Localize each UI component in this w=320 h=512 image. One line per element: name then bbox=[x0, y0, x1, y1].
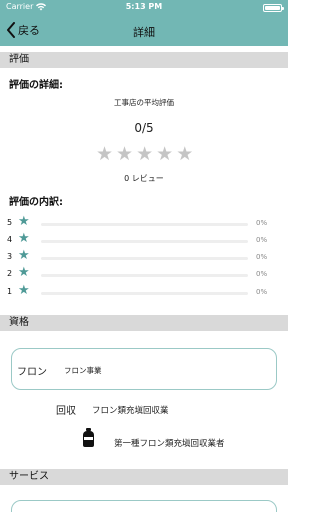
section-header-services: サービス bbox=[0, 469, 288, 485]
star-icon: ★ bbox=[18, 248, 30, 263]
breakdown-bar bbox=[41, 292, 248, 295]
breakdown-row: 3 ★ 0% bbox=[0, 248, 288, 265]
star-icon: ★ bbox=[176, 143, 194, 165]
gas-cylinder-icon bbox=[83, 428, 94, 448]
breakdown-percent: 0% bbox=[256, 236, 268, 244]
breakdown-row: 4 ★ 0% bbox=[0, 231, 288, 248]
qualification-item: 回収 フロン類充塡回収業 bbox=[56, 402, 169, 418]
breakdown-percent: 0% bbox=[256, 253, 268, 261]
breakdown-row: 1 ★ 0% bbox=[0, 283, 288, 300]
breakdown-stars: 1 bbox=[7, 287, 13, 296]
breakdown-bar bbox=[41, 257, 248, 260]
average-rating-label: 工事店の平均評価 bbox=[114, 98, 174, 107]
qualification-item: 第一種フロン類充塡回収業者 bbox=[114, 437, 225, 449]
qualification-tag: 回収 bbox=[56, 406, 76, 417]
breakdown-stars: 3 bbox=[7, 252, 13, 261]
breakdown-row: 5 ★ 0% bbox=[0, 214, 288, 231]
breakdown-bar bbox=[41, 274, 248, 277]
star-icon: ★ bbox=[18, 265, 30, 280]
star-icon: ★ bbox=[96, 143, 114, 165]
battery-icon bbox=[263, 4, 284, 12]
breakdown-stars: 2 bbox=[7, 269, 13, 278]
qualification-name: フロン類充塡回収業 bbox=[92, 405, 169, 416]
average-rating-score: 0/5 bbox=[134, 121, 154, 135]
star-icon: ★ bbox=[116, 143, 134, 165]
star-icon: ★ bbox=[156, 143, 174, 165]
rating-stars: ★ ★ ★ ★ ★ bbox=[96, 145, 193, 164]
page-title: 詳細 bbox=[133, 26, 155, 39]
status-bar: Carrier 5:13 PM bbox=[0, 0, 288, 16]
breakdown-bar bbox=[41, 240, 248, 243]
star-icon: ★ bbox=[18, 283, 30, 298]
star-icon: ★ bbox=[18, 214, 30, 229]
rating-breakdown-label: 評価の内訳: bbox=[9, 197, 63, 208]
breakdown-row: 2 ★ 0% bbox=[0, 265, 288, 282]
status-time: 5:13 PM bbox=[125, 2, 163, 11]
qualification-card[interactable]: フロン フロン事業 bbox=[11, 348, 277, 390]
qualification-tag: フロン bbox=[17, 367, 47, 378]
review-count: 0 レビュー bbox=[124, 174, 164, 183]
breakdown-stars: 5 bbox=[7, 218, 13, 227]
navigation-bar: 戻る 詳細 bbox=[0, 16, 288, 46]
breakdown-bar bbox=[41, 223, 248, 226]
rating-details-label: 評価の詳細: bbox=[9, 80, 63, 91]
breakdown-percent: 0% bbox=[256, 219, 268, 227]
service-card[interactable] bbox=[11, 500, 277, 512]
breakdown-percent: 0% bbox=[256, 270, 268, 278]
qualification-name: 第一種フロン類充塡回収業者 bbox=[114, 439, 225, 449]
qualification-name: フロン事業 bbox=[64, 366, 102, 375]
star-icon: ★ bbox=[136, 143, 154, 165]
breakdown-percent: 0% bbox=[256, 288, 268, 296]
star-icon: ★ bbox=[18, 231, 30, 246]
section-header-qualifications: 資格 bbox=[0, 315, 288, 331]
section-header-rating: 評価 bbox=[0, 52, 288, 68]
breakdown-stars: 4 bbox=[7, 235, 13, 244]
